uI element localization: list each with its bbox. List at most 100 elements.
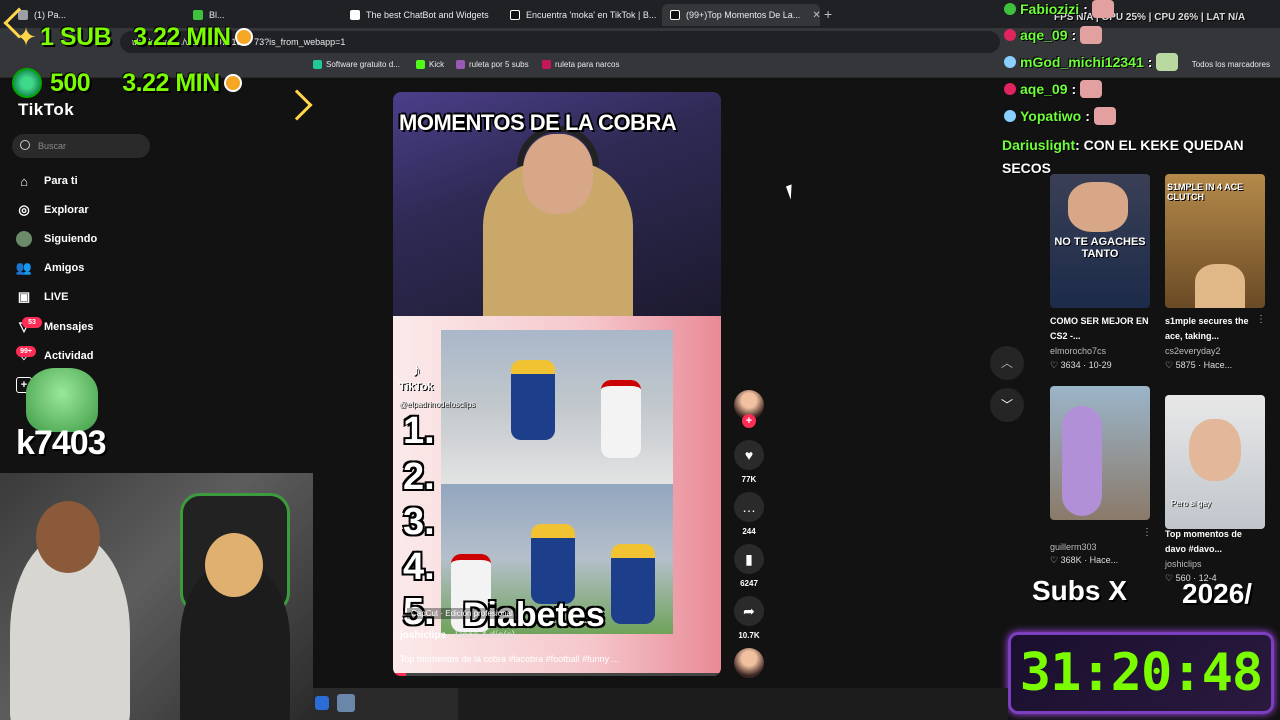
player-river xyxy=(601,380,641,458)
heart-icon: ♥ xyxy=(734,440,764,470)
chat-user: mGod_michi12341 xyxy=(1020,54,1144,70)
chat-badge-icon xyxy=(1004,29,1016,41)
friends-icon: 👥 xyxy=(15,260,33,275)
suggested-video-caption[interactable]: COMO SER MEJOR EN CS2 -... xyxy=(1050,314,1150,344)
thumb-person xyxy=(1062,406,1102,516)
chat-text: : xyxy=(1083,1,1088,17)
bookmark[interactable]: Software gratuito d... xyxy=(313,60,400,69)
previous-video-button[interactable]: ︿ xyxy=(990,346,1024,380)
search-input[interactable]: Buscar xyxy=(12,134,150,158)
chat-emote-image xyxy=(1080,26,1103,44)
search-icon xyxy=(20,140,30,150)
more-options-icon[interactable]: ⋮ xyxy=(1142,527,1152,538)
rank-label: 4. xyxy=(403,546,435,588)
new-tab-button[interactable]: + xyxy=(824,6,832,22)
comment-count: 244 xyxy=(742,527,756,536)
thumb-face xyxy=(1189,419,1241,481)
comment-button[interactable]: … 244 xyxy=(732,492,766,536)
chat-text: : xyxy=(1071,81,1077,97)
author-name[interactable]: joshiclips xyxy=(400,630,446,641)
music-disc-button[interactable] xyxy=(732,648,766,678)
video-author[interactable]: joshiclips · Hace 4 día(s) xyxy=(400,630,515,641)
post-date: Hace... xyxy=(1089,555,1119,565)
like-button[interactable]: ♥ 77K xyxy=(732,440,766,484)
follow-plus-icon[interactable]: + xyxy=(742,414,756,428)
bookmark-favicon-icon xyxy=(542,60,551,69)
like-count: 368K xyxy=(1060,555,1082,565)
video-progress-fill xyxy=(393,673,407,676)
video-player[interactable]: MOMENTOS DE LA COBRA ♪ TikTok @elpadrino… xyxy=(393,92,721,676)
chat-text: : xyxy=(1147,54,1153,70)
suggested-video-user[interactable]: joshiclips xyxy=(1165,559,1202,569)
share-count: 10.7K xyxy=(738,631,760,640)
nav-item-siguiendo[interactable]: Siguiendo xyxy=(16,228,97,250)
subathon-timer: 31:20:48 xyxy=(1008,632,1274,714)
frog-emote-image xyxy=(26,368,98,432)
kick-icon xyxy=(416,60,425,69)
suggested-video-meta: ♡ 3634 · 10-29 xyxy=(1050,360,1112,370)
suggested-video-thumb[interactable]: Pero si gay xyxy=(1165,395,1265,529)
chat-text: : xyxy=(1071,27,1077,43)
creator-avatar-button[interactable]: + xyxy=(732,390,766,428)
browser-tab-active[interactable]: (99+)Top Momentos De La... ✕ xyxy=(662,4,820,26)
suggested-video-user[interactable]: guillerm303 xyxy=(1050,542,1097,552)
subs-multiplier-label: Subs X xyxy=(1032,575,1127,606)
clock-icon xyxy=(223,74,242,92)
webcam-feed xyxy=(0,473,313,720)
tab-label: Encuentra 'moka' en TikTok | B... xyxy=(526,10,657,20)
suggested-video-caption[interactable]: s1mple secures the ace, taking... xyxy=(1165,314,1265,344)
next-video-button[interactable]: ﹀ xyxy=(990,388,1024,422)
chat-emote-image xyxy=(1156,53,1179,71)
suggested-video-user[interactable]: cs2everyday2 xyxy=(1165,346,1221,356)
browser-tab[interactable]: The best ChatBot and Widgets ✕ xyxy=(342,4,500,26)
follower-name-alert: k7403 xyxy=(16,424,107,462)
like-count: 5875 xyxy=(1175,360,1196,370)
gift-time: 3.22 MIN xyxy=(122,68,220,97)
post-age: · Hace 4 día(s) xyxy=(446,630,516,641)
nav-label: Siguiendo xyxy=(44,233,98,245)
nav-item-explorar[interactable]: ◎ Explorar xyxy=(16,199,88,221)
home-icon: ⌂ xyxy=(20,173,28,189)
app-icon[interactable] xyxy=(337,694,355,712)
nav-label: Mensajes xyxy=(44,321,94,333)
video-progress-bar[interactable] xyxy=(393,673,721,676)
rank-label: 1. xyxy=(403,410,435,452)
save-button[interactable]: ▮ 6247 xyxy=(732,544,766,588)
clock-icon xyxy=(234,28,253,46)
tab-label: The best ChatBot and Widgets xyxy=(366,10,489,20)
bookmark[interactable]: Kick xyxy=(416,60,444,69)
bookmark-favicon-icon xyxy=(313,60,322,69)
player-boca xyxy=(531,524,575,604)
bookmark[interactable]: ruleta para narcos xyxy=(542,60,619,69)
music-disc-icon xyxy=(734,648,764,678)
browser-tab[interactable]: Encuentra 'moka' en TikTok | B... ✕ xyxy=(502,4,660,26)
nav-item-live[interactable]: ▣ LIVE xyxy=(16,286,69,308)
search-placeholder: Buscar xyxy=(38,141,67,151)
suggested-video-caption[interactable]: Top momentos de davo #davo... xyxy=(1165,527,1265,557)
taskbar-active-item[interactable] xyxy=(313,688,458,720)
chat-user: Yopatiwo xyxy=(1020,108,1082,124)
like-count: 3634 xyxy=(1060,360,1081,370)
app-icon[interactable] xyxy=(315,696,329,710)
tab-close-icon[interactable]: ✕ xyxy=(812,10,820,21)
chat-badge-icon xyxy=(1004,3,1016,15)
following-avatar-icon xyxy=(16,231,32,247)
chat-text: : xyxy=(1085,108,1090,124)
share-button[interactable]: ➦ 10.7K xyxy=(732,596,766,640)
chat-message: aqe_09: xyxy=(1004,80,1103,98)
nav-item-para-ti[interactable]: ⌂ Para ti xyxy=(16,170,78,192)
suggested-video-thumb[interactable]: S1MPLE IN 4 ACE CLUTCH xyxy=(1165,174,1265,308)
chat-user: Dariuslight xyxy=(1002,137,1076,153)
suggested-video-user[interactable]: elmorocho7cs xyxy=(1050,346,1106,356)
sub-time: 3.22 MIN xyxy=(133,22,231,51)
tab-favicon-icon xyxy=(350,10,360,20)
nav-label: Amigos xyxy=(44,262,85,274)
watermark-handle: @elpadrinodelosclips xyxy=(399,400,476,409)
video-top-frame: MOMENTOS DE LA COBRA xyxy=(393,92,721,322)
suggested-video-thumb[interactable]: NO TE AGACHES TANTO xyxy=(1050,174,1150,308)
bookmark[interactable]: ruleta por 5 subs xyxy=(456,60,529,69)
video-bottom-frame: ♪ TikTok @elpadrinodelosclips 1. 2. 3. 4… xyxy=(393,316,721,676)
chat-badge-icon xyxy=(1004,83,1016,95)
suggested-video-thumb[interactable] xyxy=(1050,386,1150,520)
nav-item-amigos[interactable]: 👥 Amigos xyxy=(16,257,84,279)
